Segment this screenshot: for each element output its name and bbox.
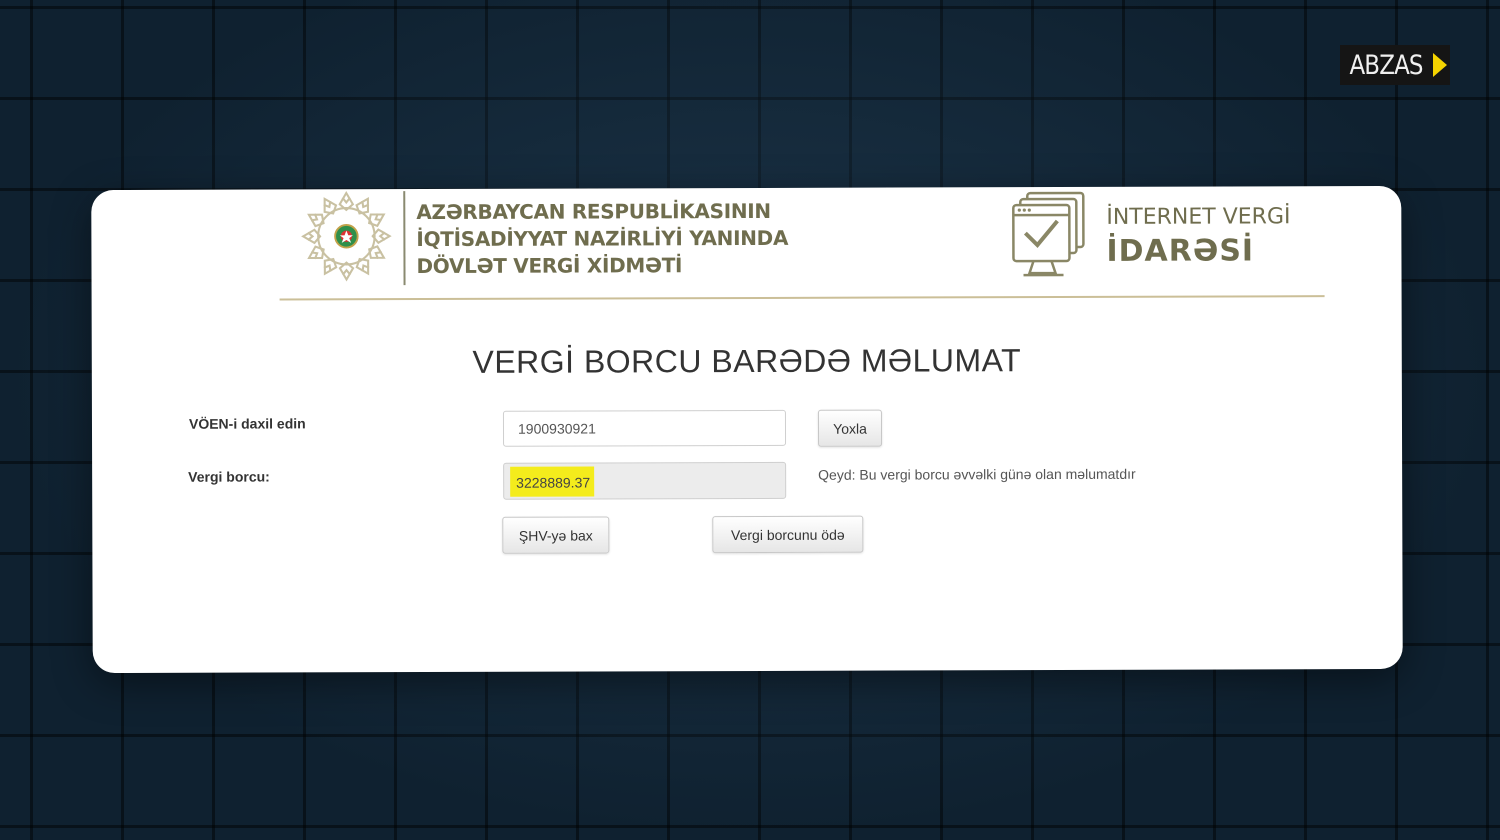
service-title-line1: İNTERNET VERGİ — [1106, 204, 1291, 230]
debt-amount-field: 3228889.37 — [503, 461, 787, 500]
abzas-logo-text: ABZAS — [1349, 49, 1423, 81]
agency-name-line: İQTİSADİYYAT NAZİRLİYİ YANINDA — [416, 225, 789, 252]
service-title: İNTERNET VERGİ İDARƏSİ — [1106, 200, 1290, 269]
shv-view-button[interactable]: ŞHV-yə bax — [502, 516, 610, 554]
debt-note: Qeyd: Bu vergi borcu əvvəlki günə olan m… — [818, 465, 1136, 483]
debt-amount-value: 3228889.37 — [510, 465, 595, 497]
agency-name-line: DÖVLƏT VERGİ XİDMƏTİ — [416, 253, 683, 279]
agency-name: AZƏRBAYCAN RESPUBLİKASININ İQTİSADİYYAT … — [416, 198, 788, 280]
check-button[interactable]: Yoxla — [817, 409, 883, 447]
voen-label: VÖEN-i daxil edin — [188, 415, 306, 432]
pay-debt-button[interactable]: Vergi borcunu ödə — [712, 515, 864, 554]
voen-input[interactable] — [502, 409, 787, 447]
state-emblem-icon — [302, 190, 391, 281]
page-title: VERGİ BORCU BARƏDƏ MƏLUMAT — [472, 342, 1022, 380]
play-triangle-icon — [1433, 53, 1448, 77]
abzas-logo: ABZAS — [1340, 45, 1450, 85]
service-title-line2: İDARƏSİ — [1106, 233, 1255, 269]
tax-debt-card: AZƏRBAYCAN RESPUBLİKASININ İQTİSADİYYAT … — [91, 185, 1403, 674]
agency-name-line: AZƏRBAYCAN RESPUBLİKASININ — [416, 198, 771, 225]
debt-label: Vergi borcu: — [188, 468, 270, 485]
header-divider — [403, 191, 406, 286]
header-rule — [279, 295, 1325, 301]
monitor-checkmark-icon — [1012, 191, 1085, 277]
